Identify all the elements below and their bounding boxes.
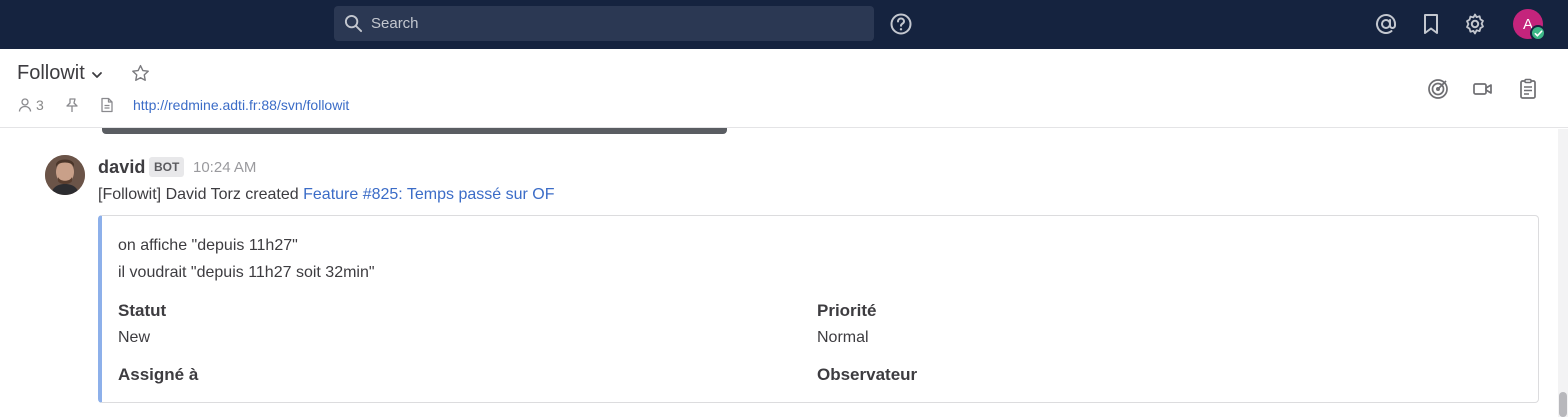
field-value-statut: New — [118, 329, 151, 346]
field-title-priorite: Priorité — [817, 301, 877, 320]
chevron-down-icon — [91, 72, 102, 78]
scrollbar-track[interactable] — [1558, 129, 1568, 417]
channel-header-link[interactable]: http://redmine.adti.fr:88/svn/followit — [133, 97, 349, 113]
issue-link[interactable]: Feature #825: Temps passé sur OF — [303, 186, 554, 203]
clipboard-icon[interactable] — [1516, 77, 1540, 101]
channel-header: Followit 3 http://redmine.adti.fr:88/svn… — [0, 49, 1568, 128]
file-icon — [101, 97, 113, 113]
message-attachment: on affiche "depuis 11h27" il voudrait "d… — [98, 215, 1539, 403]
previous-image-preview[interactable] — [102, 128, 727, 134]
bot-badge: BOT — [149, 157, 185, 177]
field-title-observateur: Observateur — [817, 365, 918, 384]
member-count-button[interactable]: 3 — [17, 97, 44, 113]
bookmark-icon[interactable] — [1419, 12, 1443, 36]
member-count: 3 — [36, 97, 44, 113]
channel-name: Followit — [17, 62, 85, 84]
gear-icon[interactable] — [1463, 12, 1487, 36]
search-icon — [344, 14, 363, 33]
message-timestamp[interactable]: 10:24 AM — [193, 159, 256, 176]
member-icon — [18, 98, 32, 112]
at-mention-icon[interactable] — [1374, 12, 1398, 36]
target-icon[interactable] — [1426, 77, 1450, 101]
pin-icon[interactable] — [64, 97, 80, 113]
video-icon[interactable] — [1471, 77, 1495, 101]
attachment-line: il voudrait "depuis 11h27 soit 32min" — [118, 264, 375, 281]
search-placeholder: Search — [371, 15, 419, 32]
profile-photo — [45, 155, 85, 195]
favorite-star-icon[interactable] — [130, 63, 151, 84]
help-icon[interactable] — [889, 12, 913, 36]
field-title-statut: Statut — [118, 301, 167, 320]
author-avatar[interactable] — [45, 155, 85, 195]
check-icon — [1534, 29, 1542, 37]
scrollbar-thumb[interactable] — [1559, 392, 1567, 417]
field-title-assigne: Assigné à — [118, 365, 199, 384]
message-text-prefix: [Followit] David Torz created — [98, 186, 304, 203]
search-box[interactable]: Search — [334, 6, 874, 41]
attachment-line: on affiche "depuis 11h27" — [118, 237, 298, 254]
global-header: Search A — [0, 0, 1568, 49]
message-author[interactable]: david — [98, 157, 146, 178]
channel-meta: 3 — [17, 95, 113, 115]
channel-name-menu[interactable]: Followit — [17, 62, 104, 85]
message-text: [Followit] David Torz created Feature #8… — [98, 186, 555, 204]
online-status-icon — [1530, 25, 1546, 41]
field-value-priorite: Normal — [817, 329, 869, 346]
